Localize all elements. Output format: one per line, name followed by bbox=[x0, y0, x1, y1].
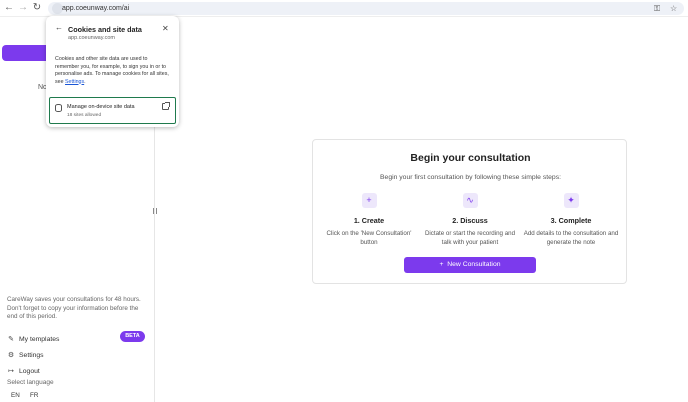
url-text: app.coeunway.com/ai bbox=[62, 5, 130, 12]
step-complete: ✦ 3. Complete Add details to the consult… bbox=[521, 193, 621, 247]
step-create: + 1. Create Click on the 'New Consultati… bbox=[319, 193, 419, 247]
manage-subtitle: 18 sites allowed bbox=[67, 113, 102, 118]
language-option-fr[interactable]: FR bbox=[30, 392, 38, 399]
template-icon: ✎ bbox=[8, 336, 14, 343]
settings-link[interactable]: Settings bbox=[65, 79, 84, 85]
manage-site-data-button[interactable]: Manage on-device site data 18 sites allo… bbox=[49, 97, 176, 124]
beta-badge: BETA bbox=[120, 331, 145, 342]
logout-icon: ↦ bbox=[8, 368, 14, 375]
step-title: 3. Complete bbox=[550, 216, 592, 225]
language-label: Select language bbox=[7, 379, 54, 386]
manage-title: Manage on-device site data bbox=[67, 104, 135, 110]
forward-arrow-icon[interactable]: → bbox=[17, 2, 29, 14]
reload-icon[interactable]: ↻ bbox=[31, 2, 43, 14]
gear-icon: ⚙ bbox=[7, 352, 15, 359]
step-title: 2. Discuss bbox=[452, 216, 488, 225]
popup-domain: app.coeunway.com bbox=[68, 35, 115, 41]
retention-notice: CareWay saves your consultations for 48 … bbox=[7, 296, 141, 320]
new-consultation-button[interactable]: + New Consultation bbox=[404, 257, 536, 273]
sidebar-item-label: Settings bbox=[19, 351, 44, 359]
step-text: Click on the 'New Consultation' button bbox=[326, 230, 412, 246]
close-icon[interactable]: ✕ bbox=[162, 24, 169, 33]
cookies-popup: ← Cookies and site data app.coeunway.com… bbox=[46, 16, 179, 127]
step-title: 1. Create bbox=[353, 216, 385, 225]
back-arrow-icon[interactable]: ← bbox=[55, 23, 63, 32]
language-option-en[interactable]: EN bbox=[11, 392, 20, 399]
card-subtitle: Begin your first consultation by followi… bbox=[380, 174, 561, 181]
plus-icon: + bbox=[361, 193, 377, 208]
sidebar-item-label: Logout bbox=[19, 367, 40, 375]
address-bar[interactable]: app.coeunway.com/ai ⚿ ☆ bbox=[48, 2, 684, 15]
step-discuss: ∿ 2. Discuss Dictate or start the record… bbox=[420, 193, 520, 247]
sidebar-item-my-templates[interactable]: ✎ My templates bbox=[7, 335, 60, 344]
consultation-card: Begin your consultation Begin your first… bbox=[312, 139, 627, 284]
sidebar-item-settings[interactable]: ⚙ Settings bbox=[7, 351, 44, 360]
external-link-icon bbox=[162, 102, 170, 110]
password-key-icon[interactable]: ⚿ bbox=[654, 2, 660, 15]
popup-description: Cookies and other site data are used to … bbox=[55, 56, 173, 86]
step-text: Dictate or start the recording and talk … bbox=[424, 230, 516, 246]
sidebar-resize-handle[interactable] bbox=[153, 208, 157, 214]
sparkle-icon: ✦ bbox=[563, 193, 579, 208]
sidebar-item-logout[interactable]: ↦ Logout bbox=[7, 367, 40, 376]
bookmark-star-icon[interactable]: ☆ bbox=[670, 2, 677, 15]
database-icon bbox=[55, 104, 62, 112]
popup-title: Cookies and site data bbox=[68, 25, 142, 34]
sidebar-item-label: My templates bbox=[19, 335, 60, 343]
audio-wave-icon: ∿ bbox=[462, 193, 478, 208]
new-consultation-label: New Consultation bbox=[447, 261, 501, 268]
card-title: Begin your consultation bbox=[410, 152, 531, 164]
plus-icon: + bbox=[439, 261, 444, 268]
description-end: . bbox=[84, 78, 86, 85]
back-arrow-icon[interactable]: ← bbox=[3, 2, 15, 14]
step-text: Add details to the consultation and gene… bbox=[523, 230, 619, 246]
browser-toolbar: ← → ↻ app.coeunway.com/ai ⚿ ☆ bbox=[0, 0, 688, 17]
app-window: ← → ↻ app.coeunway.com/ai ⚿ ☆ No CareWay… bbox=[0, 0, 688, 402]
